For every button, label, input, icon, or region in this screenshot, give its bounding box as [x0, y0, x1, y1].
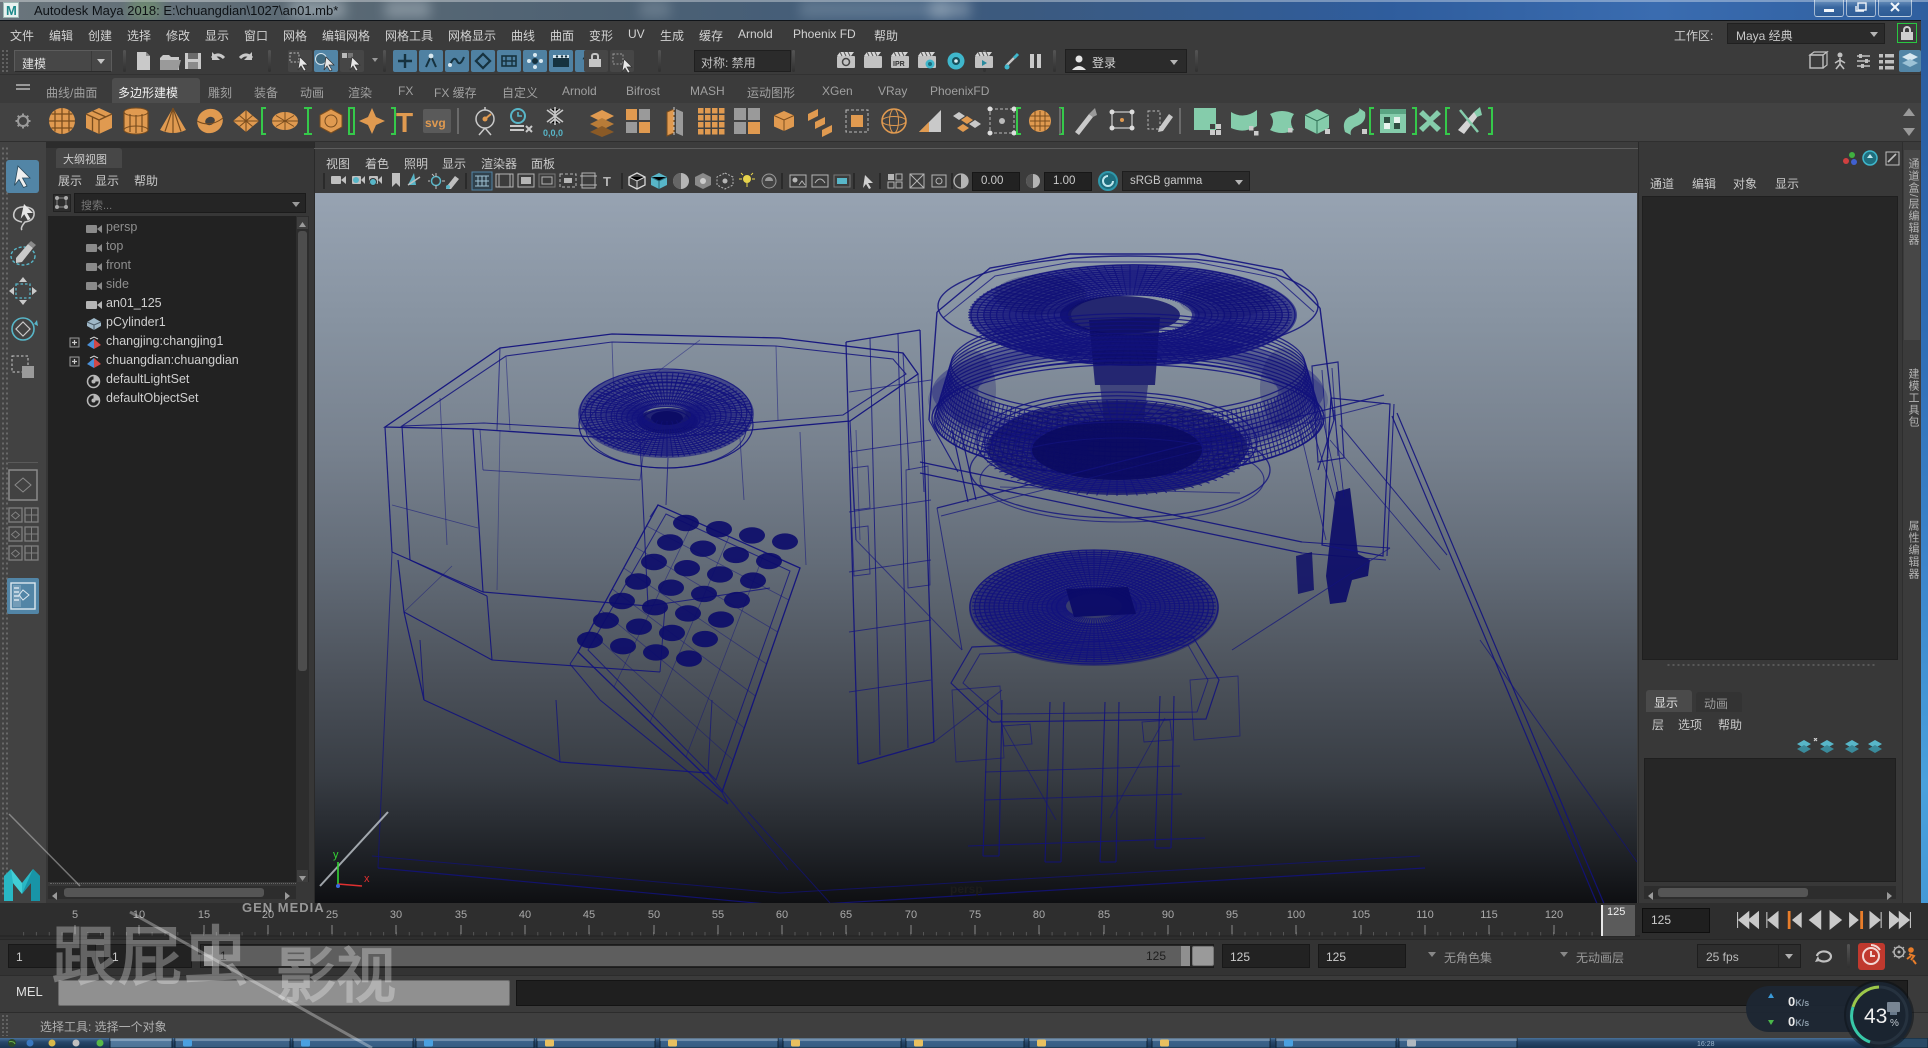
svg-text:T: T: [603, 174, 611, 189]
svg-text:100: 100: [1287, 909, 1305, 921]
svg-text:0,0,0: 0,0,0: [543, 128, 563, 138]
svg-text:45: 45: [583, 909, 595, 921]
svg-text:80: 80: [1033, 909, 1045, 921]
svg-text:95: 95: [1226, 909, 1238, 921]
svg-text:85: 85: [1098, 909, 1110, 921]
svg-text:105: 105: [1352, 909, 1370, 921]
svg-text:75: 75: [969, 909, 981, 921]
svg-text:35: 35: [455, 909, 467, 921]
svg-text:25: 25: [326, 909, 338, 921]
svg-text:x: x: [364, 873, 370, 885]
svg-text:0K/s: 0K/s: [1788, 1014, 1809, 1029]
svg-text:%: %: [1890, 1018, 1899, 1029]
svg-text:y: y: [333, 849, 339, 861]
svg-text:43: 43: [1864, 1005, 1887, 1028]
svg-text:30: 30: [390, 909, 402, 921]
svg-text:16:28: 16:28: [1697, 1041, 1715, 1048]
svg-text:50: 50: [648, 909, 660, 921]
svg-text:T: T: [396, 107, 413, 138]
svg-text:60: 60: [776, 909, 788, 921]
svg-text:110: 110: [1416, 909, 1434, 921]
svg-text:IPR: IPR: [893, 61, 905, 68]
svg-text:120: 120: [1545, 909, 1563, 921]
svg-text:70: 70: [905, 909, 917, 921]
svg-text:55: 55: [712, 909, 724, 921]
svg-text:90: 90: [1162, 909, 1174, 921]
svg-text:65: 65: [840, 909, 852, 921]
svg-text:40: 40: [519, 909, 531, 921]
svg-text:115: 115: [1480, 909, 1498, 921]
svg-text:persp: persp: [950, 882, 983, 896]
svg-text:0K/s: 0K/s: [1788, 994, 1809, 1009]
svg-text:svg: svg: [425, 116, 446, 130]
